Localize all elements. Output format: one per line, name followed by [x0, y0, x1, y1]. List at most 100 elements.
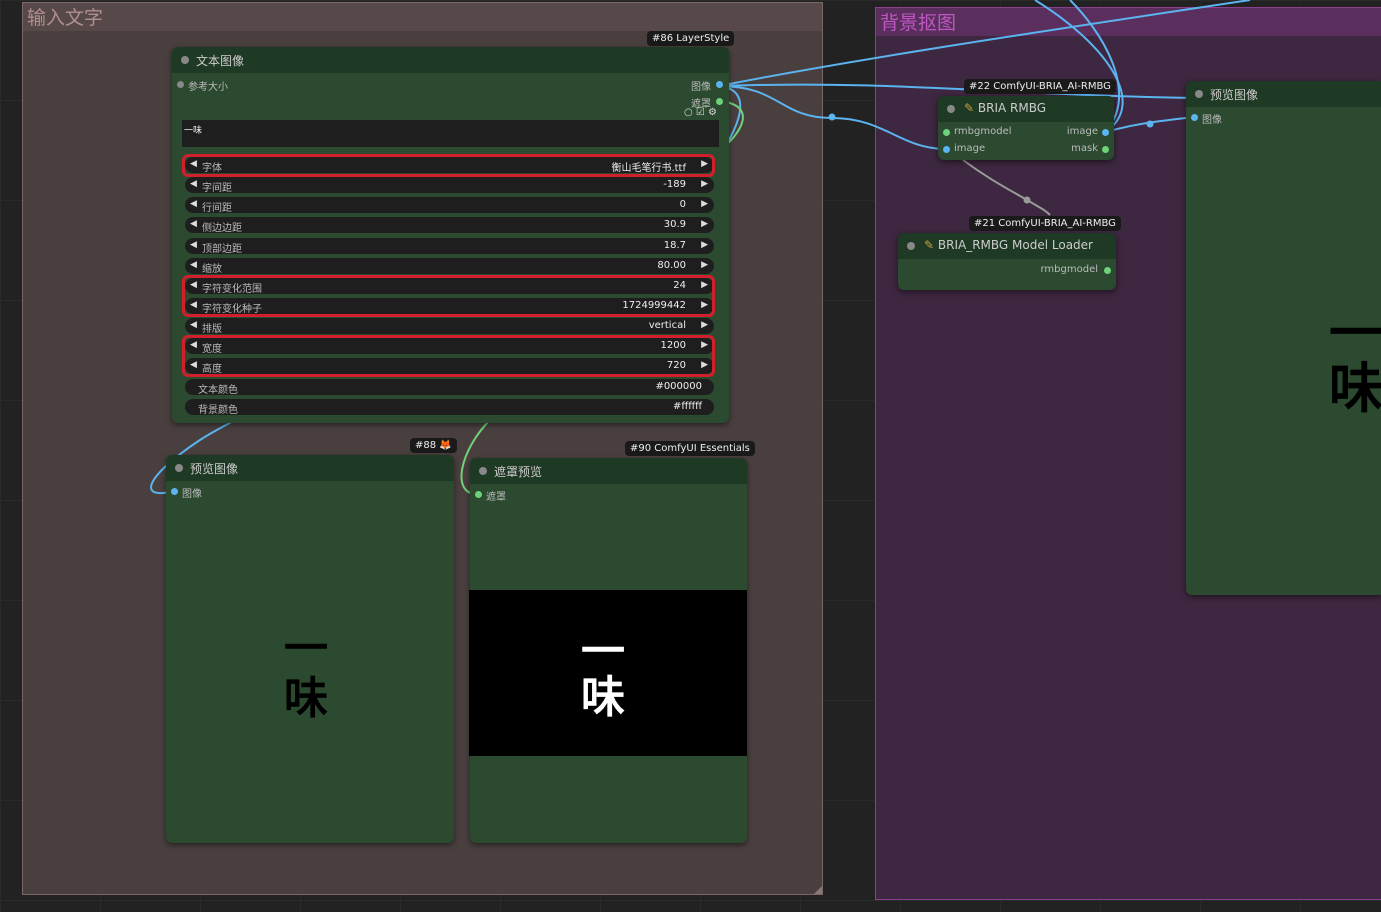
widget-label: 侧边边距 — [202, 223, 242, 234]
input-model-dot-icon[interactable] — [943, 129, 950, 136]
input-image-dot-icon[interactable] — [1191, 114, 1198, 121]
output-image-dot-icon[interactable] — [1102, 129, 1109, 136]
decrement-arrow-icon[interactable]: ◀ — [190, 219, 197, 229]
input-model-label: rmbgmodel — [954, 126, 1012, 137]
highlight-char-variation — [182, 275, 715, 317]
increment-arrow-icon[interactable]: ▶ — [701, 320, 708, 330]
node-badge: #86 LayerStyle — [647, 31, 735, 46]
node-header[interactable]: 遮罩预览 — [470, 458, 747, 484]
output-model-label: rmbgmodel — [1040, 264, 1098, 275]
widget-layout[interactable]: ◀ 排版 vertical ▶ — [185, 318, 714, 335]
collapse-dot-icon[interactable] — [181, 56, 189, 64]
input-image-label: image — [954, 143, 986, 154]
group-title: 输入文字 — [27, 7, 104, 29]
collapse-dot-icon[interactable] — [907, 242, 915, 250]
widget-label: 顶部边距 — [202, 244, 242, 255]
node-title-text: BRIA RMBG — [977, 101, 1047, 115]
highlight-dimensions — [182, 335, 715, 377]
widget-label: 缩放 — [202, 264, 222, 275]
node-title: 遮罩预览 — [494, 465, 543, 479]
input-image-label: 图像 — [1202, 115, 1222, 126]
group-header[interactable] — [23, 3, 822, 31]
collapse-dot-icon[interactable] — [479, 467, 487, 475]
input-image-dot-icon[interactable] — [171, 488, 178, 495]
widget-value: 30.9 — [663, 219, 686, 230]
node-badge: #88 🦊 — [410, 438, 457, 453]
collapse-dot-icon[interactable] — [175, 464, 183, 472]
widget-char-spacing[interactable]: ◀ 字间距 -189 ▶ — [185, 177, 714, 194]
preview-glyph: 一 — [1329, 301, 1381, 365]
node-badge: #22 ComfyUI-BRIA_AI-RMBG — [964, 79, 1116, 94]
input-slot-dot-icon[interactable] — [177, 81, 184, 88]
output-mask-dot-icon[interactable] — [716, 98, 723, 105]
mask-preview-node[interactable]: 遮罩预览 遮罩 一 味 — [469, 458, 747, 843]
preview-image-node-left[interactable]: 预览图像 图像 一 味 — [166, 455, 454, 843]
bria-rmbg-node[interactable]: ✎ BRIA RMBG rmbgmodel image image mask — [938, 96, 1114, 160]
output-image-label: image — [1066, 126, 1098, 137]
output-mask-label: mask — [1071, 143, 1098, 154]
reroute-dot — [828, 113, 836, 121]
preview-glyph: 味 — [1329, 356, 1381, 420]
collapse-dot-icon[interactable] — [947, 105, 955, 113]
widget-scale[interactable]: ◀ 缩放 80.00 ▶ — [185, 258, 714, 275]
input-ref-size-label: 参考大小 — [188, 82, 228, 93]
widget-value: -189 — [663, 179, 686, 190]
widget-value: #ffffff — [672, 401, 702, 412]
decrement-arrow-icon[interactable]: ◀ — [190, 260, 197, 270]
widget-side-margin[interactable]: ◀ 侧边边距 30.9 ▶ — [185, 217, 714, 234]
output-image-label: 图像 — [691, 82, 711, 93]
output-model-dot-icon[interactable] — [1104, 267, 1111, 274]
widget-label: 行间距 — [202, 203, 232, 214]
widget-bg-color[interactable]: 背景颜色 #ffffff — [185, 399, 714, 416]
increment-arrow-icon[interactable]: ▶ — [701, 179, 708, 189]
widget-value: 18.7 — [663, 240, 686, 251]
node-header[interactable]: ✎ BRIA RMBG — [938, 96, 1114, 122]
collapse-dot-icon[interactable] — [1195, 90, 1203, 98]
preview-glyph: 味 — [581, 672, 625, 723]
widget-value: 0 — [679, 199, 686, 210]
output-image-dot-icon[interactable] — [716, 81, 723, 88]
widget-label: 字间距 — [202, 183, 232, 194]
increment-arrow-icon[interactable]: ▶ — [701, 219, 708, 229]
text-image-node[interactable]: 文本图像 参考大小 图像 遮罩 ○ ☑ ⚙ 一味 ◀ 字体 衡山毛笔行书.ttf ▶ … — [172, 47, 729, 423]
widget-line-spacing[interactable]: ◀ 行间距 0 ▶ — [185, 197, 714, 214]
decrement-arrow-icon[interactable]: ◀ — [190, 179, 197, 189]
widget-value: 80.00 — [657, 260, 686, 271]
group-resize-handle[interactable] — [814, 886, 822, 894]
mask-preview-image: 一 味 — [469, 590, 747, 756]
input-mask-dot-icon[interactable] — [475, 491, 482, 498]
node-header[interactable]: 预览图像 — [166, 455, 454, 481]
input-mask-label: 遮罩 — [486, 492, 506, 503]
input-image-label: 图像 — [182, 489, 202, 500]
preview-glyph: 一 — [284, 623, 328, 674]
node-title-text: BRIA_RMBG Model Loader — [937, 238, 1093, 252]
node-title: ✎ BRIA RMBG — [964, 101, 1046, 115]
node-header[interactable]: 预览图像 — [1186, 81, 1381, 107]
decrement-arrow-icon[interactable]: ◀ — [190, 320, 197, 330]
node-title: 文本图像 — [196, 54, 245, 68]
widget-value: #000000 — [655, 381, 702, 392]
widget-label: 排版 — [202, 324, 222, 335]
preview-toggle-icons[interactable]: ○ ☑ ⚙ — [684, 107, 717, 118]
increment-arrow-icon[interactable]: ▶ — [701, 240, 708, 250]
increment-arrow-icon[interactable]: ▶ — [701, 199, 708, 209]
decrement-arrow-icon[interactable]: ◀ — [190, 199, 197, 209]
input-image-dot-icon[interactable] — [943, 146, 950, 153]
increment-arrow-icon[interactable]: ▶ — [701, 260, 708, 270]
widget-label: 文本颜色 — [198, 385, 238, 396]
highlight-font — [182, 154, 715, 177]
output-mask-dot-icon[interactable] — [1102, 146, 1109, 153]
preview-image-node-right[interactable]: 预览图像 图像 一 味 — [1186, 81, 1381, 595]
group-title: 背景抠图 — [880, 12, 957, 34]
brush-icon: ✎ — [964, 101, 975, 115]
text-input[interactable]: 一味 — [182, 120, 719, 147]
widget-top-margin[interactable]: ◀ 顶部边距 18.7 ▶ — [185, 238, 714, 255]
node-header[interactable]: ✎ BRIA_RMBG Model Loader — [898, 233, 1116, 259]
brush-icon: ✎ — [924, 238, 935, 252]
node-title: 预览图像 — [190, 462, 239, 476]
decrement-arrow-icon[interactable]: ◀ — [190, 240, 197, 250]
widget-text-color[interactable]: 文本颜色 #000000 — [185, 379, 714, 396]
node-header[interactable]: 文本图像 — [172, 47, 729, 73]
bria-model-loader-node[interactable]: ✎ BRIA_RMBG Model Loader rmbgmodel — [898, 233, 1116, 290]
preview-glyph: 一 — [581, 626, 625, 677]
